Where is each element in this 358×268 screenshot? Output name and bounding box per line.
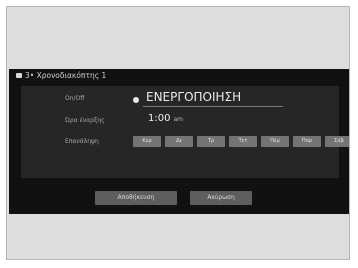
cancel-button[interactable]: Ακύρωση bbox=[190, 191, 252, 205]
day-button-sat[interactable]: Σάβ bbox=[325, 136, 349, 147]
page-title: 3• Χρονοδιακόπτης 1 bbox=[25, 71, 107, 80]
day-selector: Κυρ Δε Τρ Τετ Πέμ Παρ Σάβ bbox=[133, 136, 349, 147]
title-bar: 3• Χρονοδιακόπτης 1 bbox=[9, 69, 349, 83]
day-button-tue[interactable]: Τρ bbox=[197, 136, 225, 147]
time-label: Ώρα έναρξης bbox=[65, 117, 105, 124]
onoff-radio-icon[interactable] bbox=[133, 97, 139, 103]
settings-panel: On/Off ΕΝΕΡΓΟΠΟΙΗΣΗ Ώρα έναρξης 1:00 am Ε… bbox=[21, 86, 349, 178]
day-button-fri[interactable]: Παρ bbox=[293, 136, 321, 147]
time-ampm: am bbox=[173, 116, 183, 123]
onoff-value[interactable]: ΕΝΕΡΓΟΠΟΙΗΣΗ bbox=[146, 90, 241, 104]
day-button-wed[interactable]: Τετ bbox=[229, 136, 257, 147]
day-button-thu[interactable]: Πέμ bbox=[261, 136, 289, 147]
timer-icon bbox=[16, 73, 22, 78]
save-button[interactable]: Αποθήκευση bbox=[95, 191, 177, 205]
onoff-underline bbox=[143, 106, 283, 107]
timer-settings-screen: 3• Χρονοδιακόπτης 1 On/Off ΕΝΕΡΓΟΠΟΙΗΣΗ … bbox=[9, 69, 349, 214]
repeat-label: Επανάληψη bbox=[65, 138, 99, 145]
onoff-label: On/Off bbox=[65, 95, 85, 102]
time-value-field[interactable]: 1:00 am bbox=[148, 113, 183, 126]
day-button-sun[interactable]: Κυρ bbox=[133, 136, 161, 147]
time-value: 1:00 bbox=[148, 113, 171, 124]
day-button-mon[interactable]: Δε bbox=[165, 136, 193, 147]
